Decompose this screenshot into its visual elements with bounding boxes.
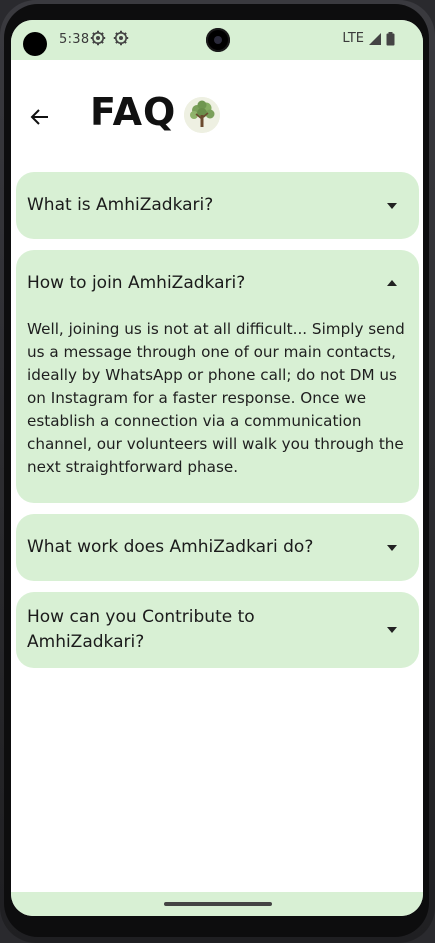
faq-list: What is AmhiZadkari? How to join AmhiZad… [16,172,419,679]
status-time: 5:38 [59,32,90,47]
faq-item[interactable]: How can you Contribute to AmhiZadkari? [16,592,419,668]
status-bar: 5:38 LTE [11,20,423,60]
app-header: FAQ [11,60,423,170]
gesture-handle[interactable] [164,902,272,906]
chevron-down-icon[interactable] [387,627,397,633]
camera-punch-hole [23,32,47,56]
faq-question-row[interactable]: How can you Contribute to AmhiZadkari? [16,592,419,668]
settings-gear-icon [113,30,129,46]
battery-icon [386,31,395,45]
faq-item[interactable]: What is AmhiZadkari? [16,172,419,239]
device-frame: 5:38 LTE FAQ What is AmhiZadkari? How to… [0,0,435,943]
arrow-left-icon[interactable] [29,106,51,128]
tree-logo-icon [184,97,220,133]
faq-answer: Well, joining us is not at all difficult… [27,320,405,476]
front-camera [206,28,230,52]
faq-question-row[interactable]: How to join AmhiZadkari? [16,250,419,316]
faq-question: What is AmhiZadkari? [27,195,214,215]
page-title: FAQ [90,90,177,134]
settings-gear-icon [90,30,106,46]
chevron-down-icon[interactable] [387,202,397,209]
faq-question-row[interactable]: What is AmhiZadkari? [16,172,419,239]
faq-item-expanded[interactable]: How to join AmhiZadkari? Well, joining u… [16,250,419,503]
chevron-down-icon[interactable] [387,544,397,551]
faq-question-row[interactable]: What work does AmhiZadkari do? [16,514,419,581]
network-type: LTE [342,31,364,46]
faq-question: How can you Contribute to AmhiZadkari? [27,607,255,652]
faq-question: What work does AmhiZadkari do? [27,537,314,557]
status-indicators: LTE [342,31,395,46]
faq-question: How to join AmhiZadkari? [27,272,246,293]
signal-icon [369,32,381,45]
navigation-bar [11,892,423,916]
faq-item[interactable]: What work does AmhiZadkari do? [16,514,419,581]
screen: 5:38 LTE FAQ What is AmhiZadkari? How to… [11,20,423,916]
chevron-up-icon[interactable] [387,280,397,286]
